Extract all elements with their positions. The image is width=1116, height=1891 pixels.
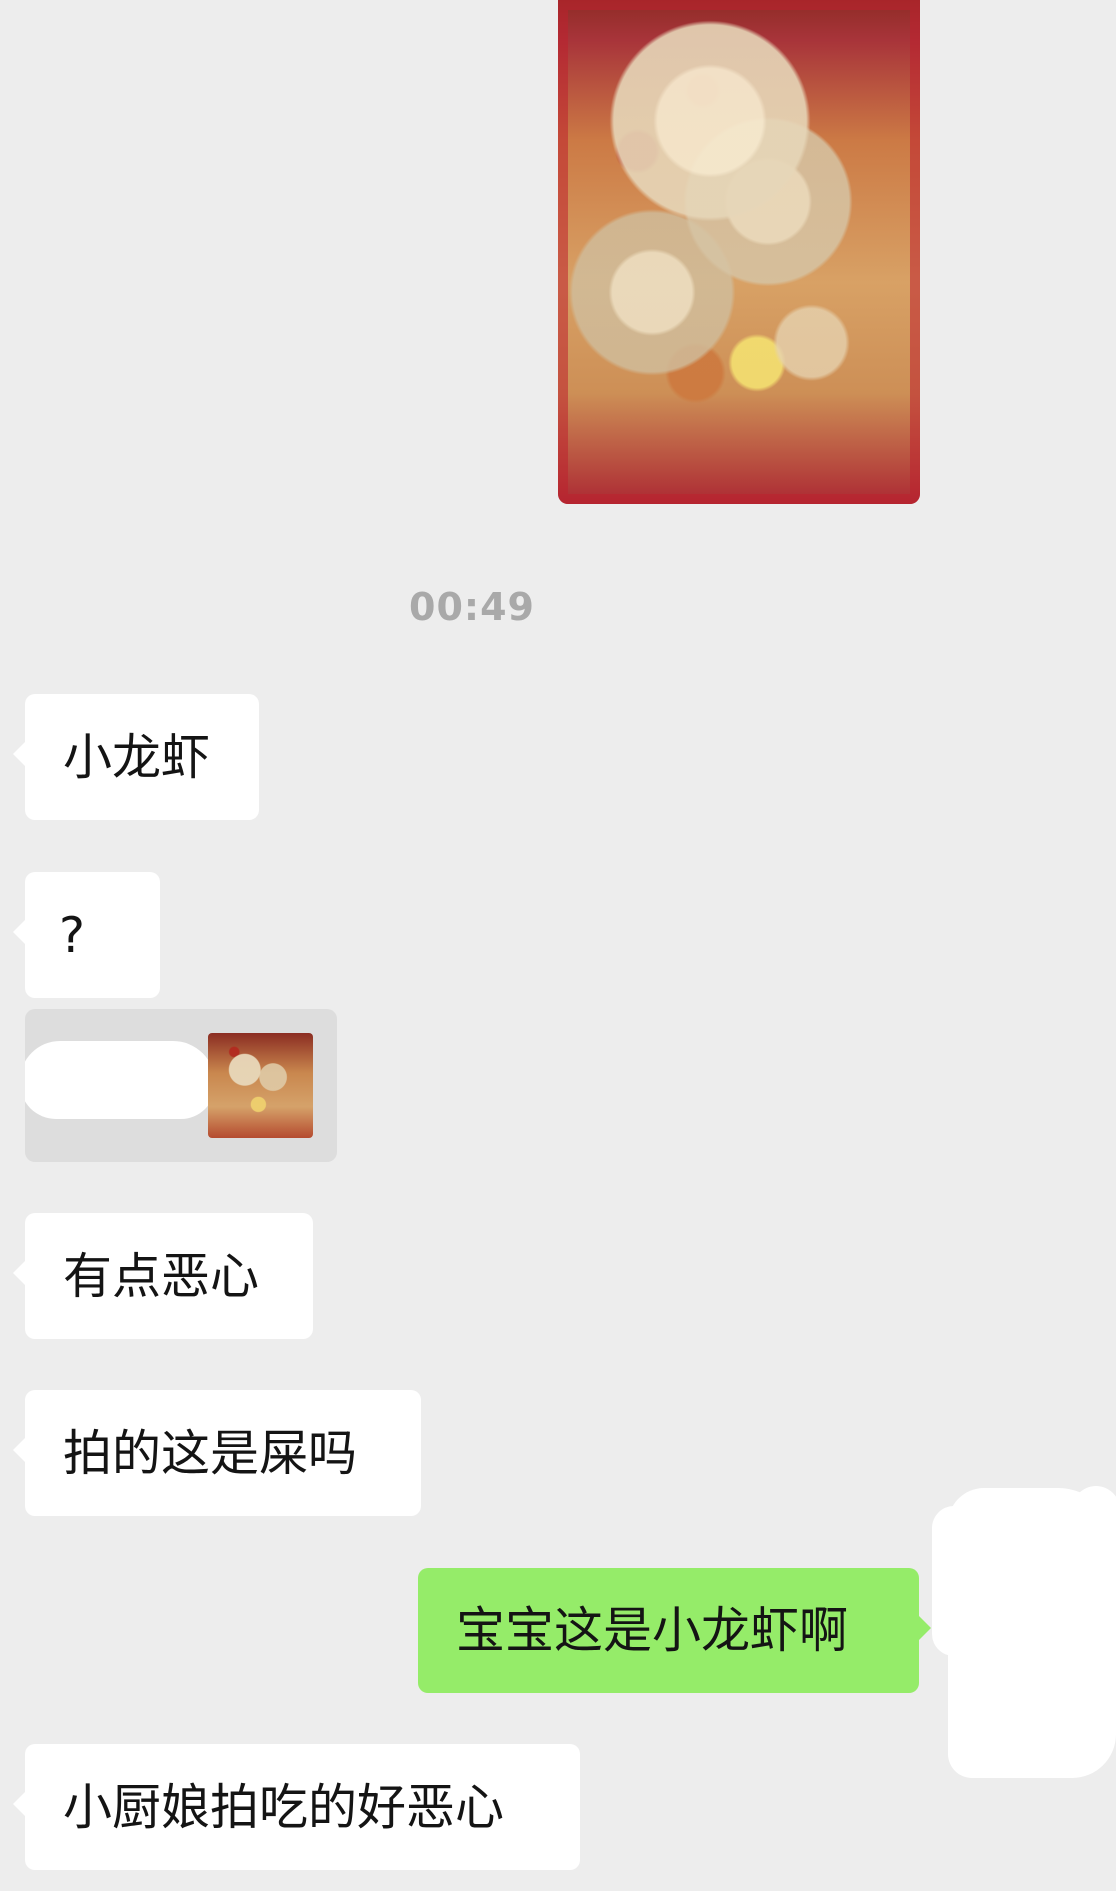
message-text: 拍的这是屎吗 <box>63 1424 358 1482</box>
timestamp-label: 00:49 <box>409 585 535 629</box>
shared-photo-message[interactable] <box>558 0 920 504</box>
incoming-message-bubble[interactable]: 小龙虾 <box>13 694 259 820</box>
message-text: 小厨娘拍吃的好恶心 <box>63 1778 505 1836</box>
incoming-message-bubble[interactable]: 有点恶心 <box>13 1213 313 1339</box>
quoted-image-reply[interactable] <box>25 1009 337 1162</box>
message-text: 宝宝这是小龙虾啊 <box>456 1602 849 1659</box>
incoming-message-bubble[interactable]: ? <box>13 872 160 998</box>
incoming-message-bubble[interactable]: 拍的这是屎吗 <box>13 1390 421 1516</box>
message-text: ? <box>59 906 86 964</box>
redacted-avatar <box>932 1486 1116 1778</box>
outgoing-message-bubble[interactable]: 宝宝这是小龙虾啊 <box>418 1568 931 1693</box>
redaction-mark <box>25 1041 195 1119</box>
message-text: 有点恶心 <box>63 1247 260 1305</box>
incoming-message-bubble[interactable]: 小厨娘拍吃的好恶心 <box>13 1744 580 1870</box>
quoted-image-thumbnail[interactable] <box>208 1033 313 1138</box>
message-text: 小龙虾 <box>63 728 211 786</box>
